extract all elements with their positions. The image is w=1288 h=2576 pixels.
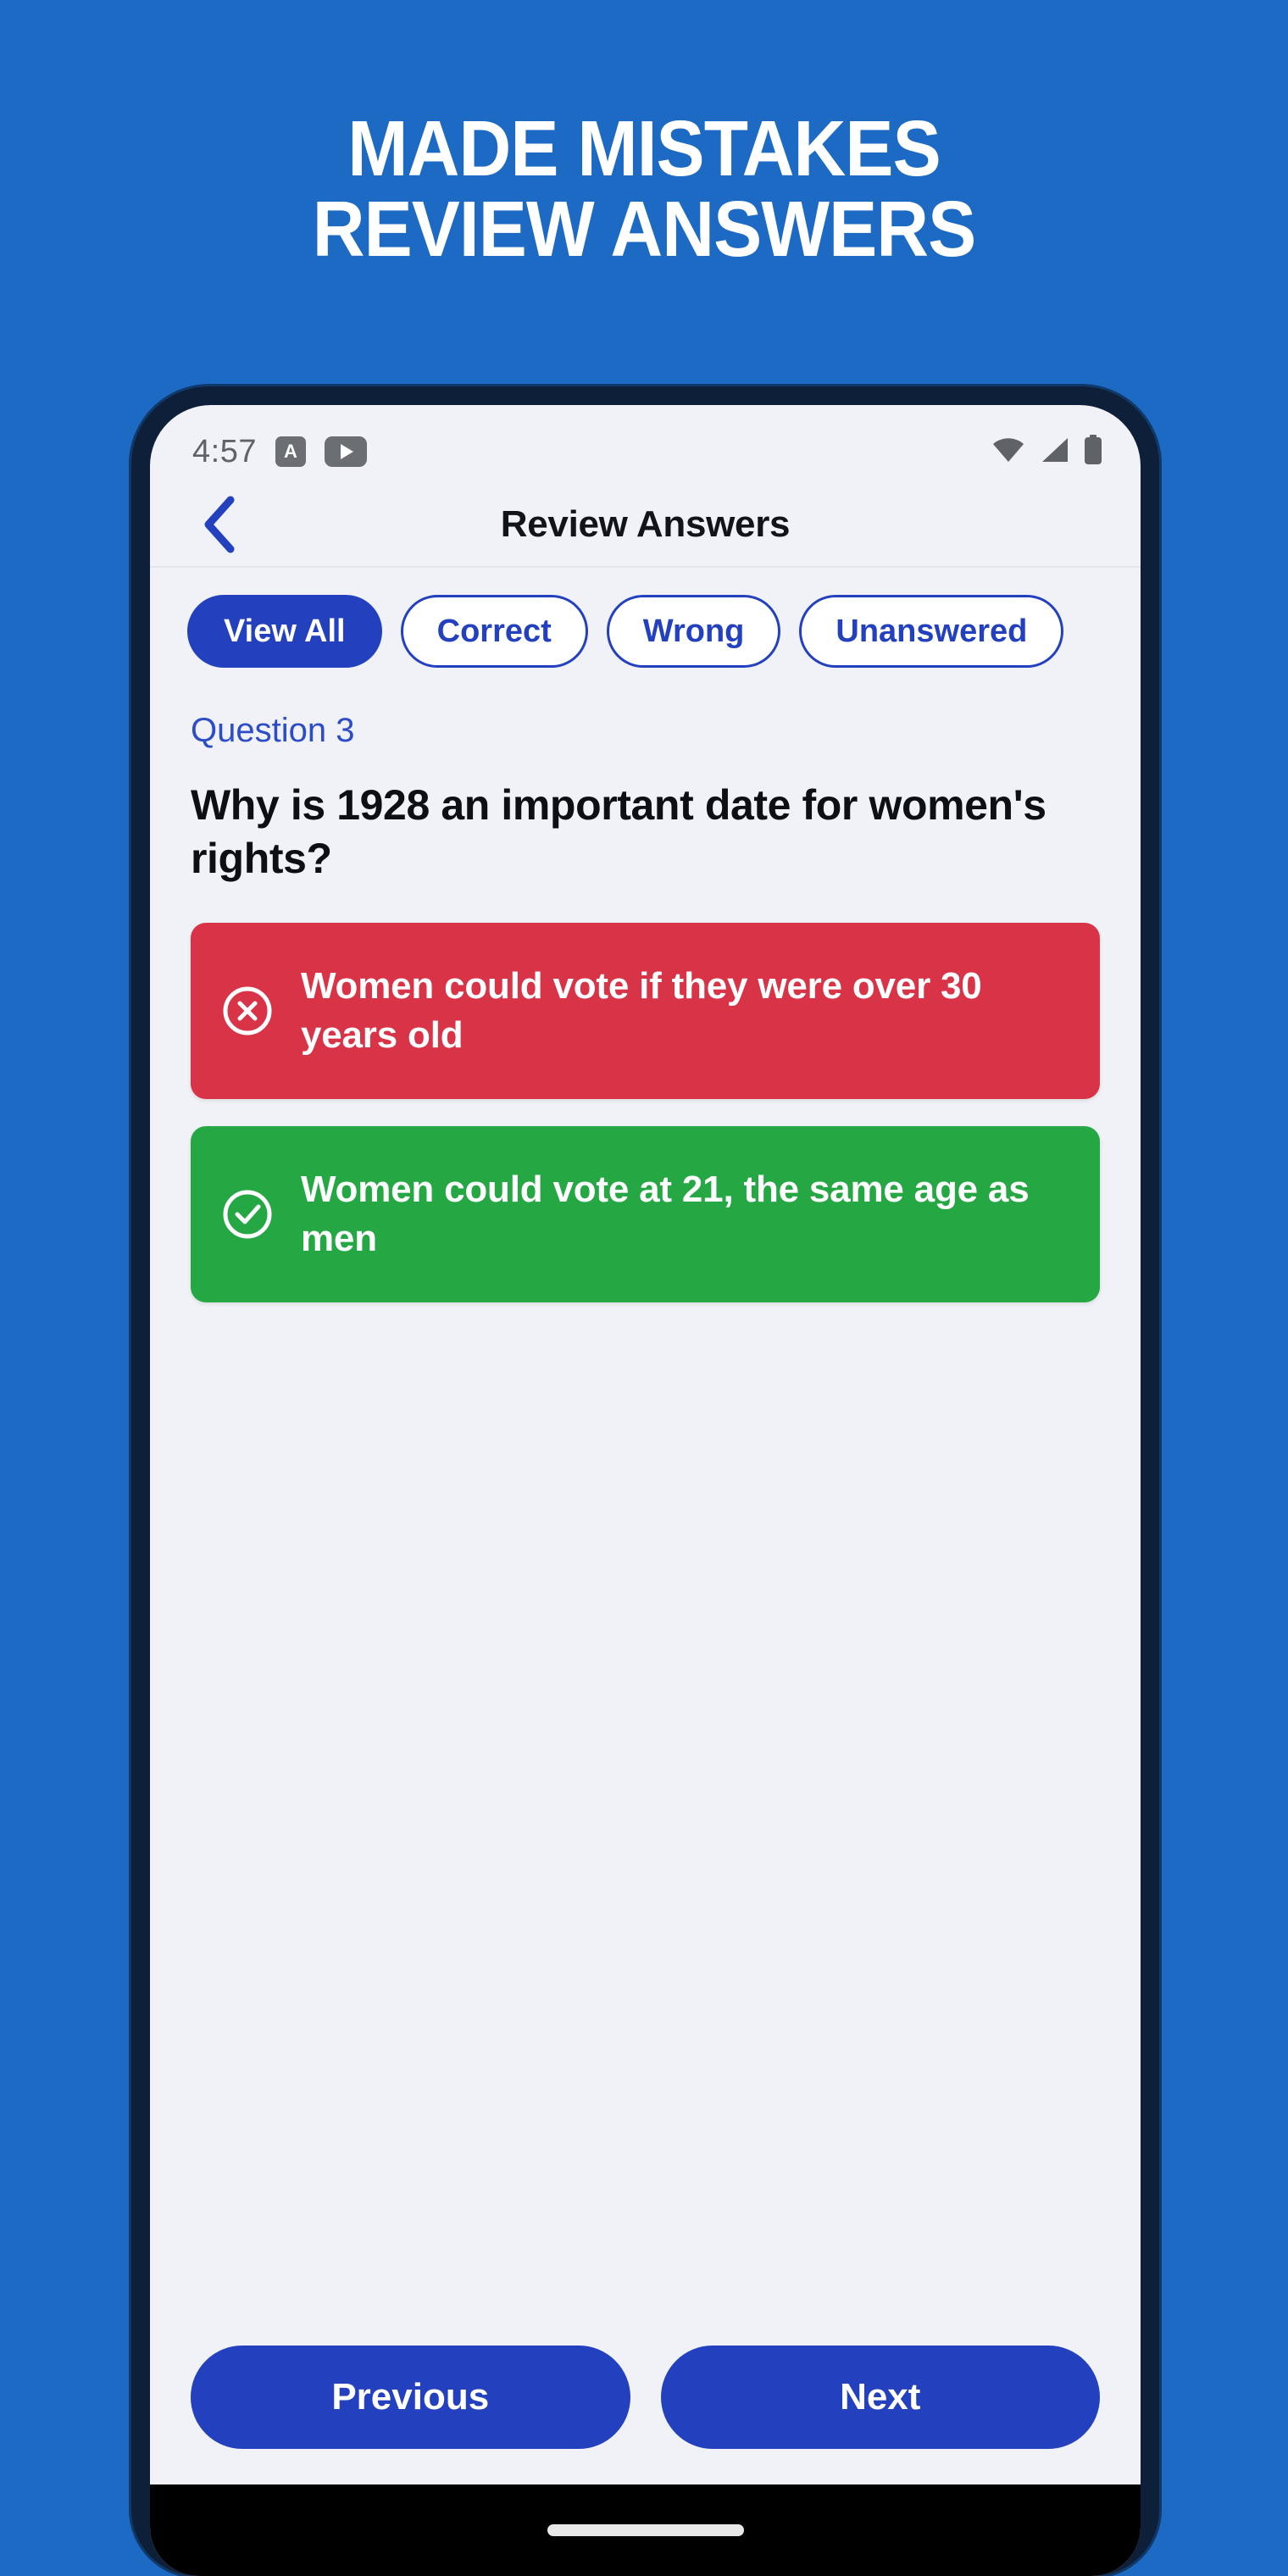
- answer-text: Women could vote at 21, the same age as …: [301, 1168, 1030, 1259]
- circle-x-icon: [221, 985, 274, 1037]
- circle-check-icon: [221, 1188, 274, 1241]
- battery-icon: [1083, 434, 1103, 469]
- promo-headline: MADE MISTAKES REVIEW ANSWERS: [52, 108, 1236, 269]
- status-clock: 4:57: [192, 433, 257, 469]
- status-bar-left: 4:57 A: [192, 434, 367, 470]
- filter-chip-row: View All Correct Wrong Unanswered: [150, 568, 1141, 668]
- cellular-signal-icon: [1039, 436, 1069, 468]
- system-navigation-bar: [150, 2484, 1141, 2576]
- answer-option-wrong[interactable]: Women could vote if they were over 30 ye…: [191, 923, 1100, 1099]
- next-button[interactable]: Next: [660, 2346, 1100, 2449]
- wifi-icon: [991, 436, 1025, 468]
- answer-option-correct[interactable]: Women could vote at 21, the same age as …: [191, 1126, 1100, 1302]
- filter-chip-view-all[interactable]: View All: [187, 595, 382, 668]
- headline-line-1: MADE MISTAKES: [347, 104, 941, 192]
- phone-screen: 4:57 A Review Answers View All Correct W…: [150, 405, 1141, 2576]
- answer-text: Women could vote if they were over 30 ye…: [301, 964, 982, 1056]
- status-bar-right: [991, 434, 1103, 469]
- headline-line-2: REVIEW ANSWERS: [312, 184, 976, 273]
- previous-button[interactable]: Previous: [191, 2346, 630, 2449]
- filter-chip-correct[interactable]: Correct: [400, 595, 588, 668]
- app-badge-icon: A: [275, 436, 306, 467]
- home-indicator[interactable]: [547, 2524, 744, 2536]
- media-play-icon: [324, 436, 367, 467]
- question-text: Why is 1928 an important date for women'…: [191, 781, 1046, 882]
- quiz-navigation: Previous Next: [150, 2346, 1141, 2484]
- filter-chip-wrong[interactable]: Wrong: [606, 595, 781, 668]
- filter-chip-unanswered[interactable]: Unanswered: [799, 595, 1064, 668]
- answer-list: Women could vote if they were over 30 ye…: [150, 886, 1141, 1302]
- page-title: Review Answers: [500, 503, 791, 545]
- phone-mockup: 4:57 A Review Answers View All Correct W…: [131, 386, 1159, 2576]
- status-bar: 4:57 A: [150, 405, 1141, 483]
- app-bar: Review Answers: [150, 483, 1141, 568]
- question-number: Question 3: [191, 712, 355, 749]
